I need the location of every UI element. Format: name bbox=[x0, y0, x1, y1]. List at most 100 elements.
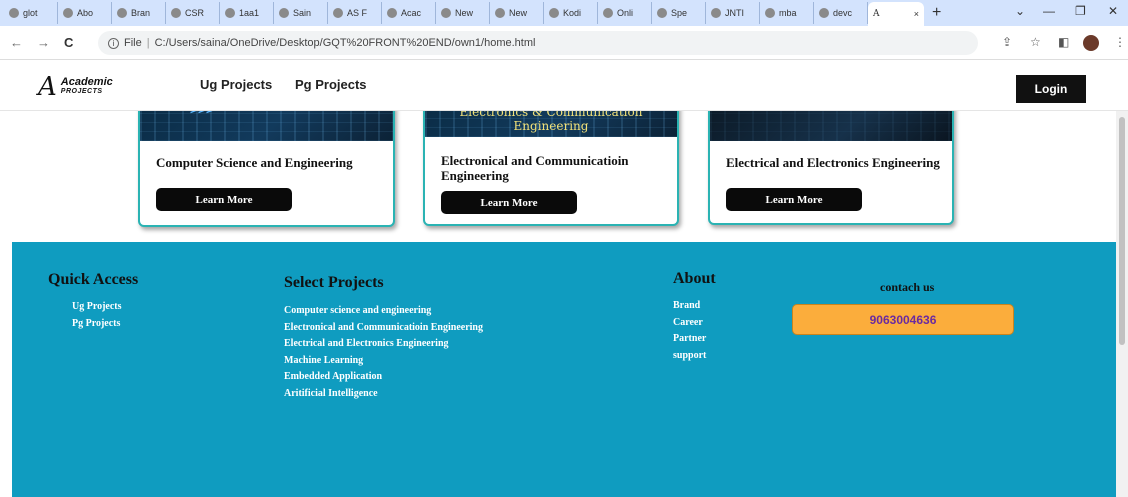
close-window-button[interactable]: ✕ bbox=[1108, 4, 1118, 18]
card-image-eee bbox=[710, 111, 952, 141]
card-title: Computer Science and Engineering bbox=[156, 155, 353, 170]
card-title: Electronical and Communicatioin Engineer… bbox=[441, 153, 629, 183]
minimize-button[interactable]: — bbox=[1043, 4, 1055, 18]
footer-link[interactable]: Brand bbox=[673, 300, 706, 317]
web-icon bbox=[603, 8, 613, 18]
about-list: Brand Career Partner support bbox=[673, 300, 706, 366]
browser-tab[interactable]: 1aa1 bbox=[220, 2, 274, 24]
close-icon[interactable]: × bbox=[914, 9, 919, 19]
site-logo[interactable]: A Academic PROJECTS bbox=[38, 74, 113, 100]
logo-line2: PROJECTS bbox=[60, 88, 103, 95]
browser-tab-label: devc bbox=[833, 8, 853, 18]
nav-pg-projects[interactable]: Pg Projects bbox=[295, 77, 367, 92]
browser-tab-strip: glot Abo Bran CSR 1aa1 Sain AS F Acac New New Kodi… bbox=[0, 0, 1128, 26]
browser-tab[interactable]: Sain bbox=[274, 2, 328, 24]
quick-access-heading: Quick Access bbox=[48, 271, 139, 288]
learn-more-button[interactable]: Learn More bbox=[726, 188, 862, 211]
browser-tab-label: Abo bbox=[77, 8, 94, 18]
footer-link[interactable]: Electrical and Electronics Engineering bbox=[284, 338, 483, 355]
bookmark-star-icon[interactable]: ☆ bbox=[1030, 35, 1041, 49]
profile-avatar[interactable] bbox=[1083, 35, 1099, 51]
browser-tab[interactable]: New bbox=[436, 2, 490, 24]
browser-tab[interactable]: CSR bbox=[166, 2, 220, 24]
footer-link[interactable]: Aritificial Intelligence bbox=[284, 388, 483, 405]
share-icon[interactable]: ⇪ bbox=[1002, 35, 1012, 49]
site-header: A Academic PROJECTS Ug Projects Pg Proje… bbox=[0, 61, 1128, 111]
browser-tab[interactable]: Spe bbox=[652, 2, 706, 24]
card-image-text: >>> bbox=[190, 111, 214, 117]
nav-ug-projects[interactable]: Ug Projects bbox=[200, 77, 272, 92]
address-bar[interactable]: i File | C:/Users/saina/OneDrive/Desktop… bbox=[98, 31, 978, 55]
restore-button[interactable]: ❐ bbox=[1075, 4, 1086, 18]
learn-more-button[interactable]: Learn More bbox=[156, 188, 292, 211]
browser-tab-label: JNTI bbox=[725, 8, 744, 18]
web-icon bbox=[657, 8, 667, 18]
browser-tab-label: mba bbox=[779, 8, 797, 18]
back-button[interactable]: ← bbox=[10, 35, 23, 50]
footer-link[interactable]: Electronical and Communicatioin Engineer… bbox=[284, 322, 483, 339]
footer-link[interactable]: Partner bbox=[673, 333, 706, 350]
info-icon[interactable]: i bbox=[108, 37, 119, 49]
footer-link[interactable]: support bbox=[673, 350, 706, 367]
browser-tab-label: Bran bbox=[131, 8, 151, 18]
browser-tab-label: Sain bbox=[293, 8, 312, 18]
browser-tab-label: Onli bbox=[617, 8, 634, 18]
tab-list: glot Abo Bran CSR 1aa1 Sain AS F Acac New New Kodi… bbox=[0, 2, 868, 24]
web-icon bbox=[387, 8, 397, 18]
scheme-label: File bbox=[124, 37, 142, 49]
google-icon bbox=[63, 8, 73, 18]
forward-button[interactable]: → bbox=[37, 35, 50, 50]
course-cards: >>> Computer Science and Engineering Lea… bbox=[12, 111, 1116, 242]
browser-tab[interactable]: AS F bbox=[328, 2, 382, 24]
scrollbar-thumb[interactable] bbox=[1119, 117, 1125, 345]
web-icon bbox=[495, 8, 505, 18]
footer-link[interactable]: Embedded Application bbox=[284, 371, 483, 388]
browser-tab[interactable]: Onli bbox=[598, 2, 652, 24]
web-icon bbox=[549, 8, 559, 18]
web-icon bbox=[279, 8, 289, 18]
quick-access-list: Ug Projects Pg Projects bbox=[72, 301, 122, 334]
browser-tab-label: CSR bbox=[185, 8, 205, 18]
browser-tab-label: Spe bbox=[671, 8, 688, 18]
footer-link[interactable]: Career bbox=[673, 317, 706, 334]
menu-kebab-icon[interactable]: ⋮ bbox=[1114, 35, 1126, 49]
browser-tab[interactable]: devc bbox=[814, 2, 868, 24]
logo-line1: Academic bbox=[60, 76, 113, 88]
browser-tab[interactable]: glot bbox=[4, 2, 58, 24]
new-tab-button[interactable]: + bbox=[932, 4, 941, 22]
browser-tab[interactable]: New bbox=[490, 2, 544, 24]
learn-more-button[interactable]: Learn More bbox=[441, 191, 577, 214]
url-text[interactable]: C:/Users/saina/OneDrive/Desktop/GQT%20FR… bbox=[155, 37, 536, 49]
footer-link[interactable]: Ug Projects bbox=[72, 301, 122, 318]
browser-tab[interactable]: mba bbox=[760, 2, 814, 24]
browser-tab[interactable]: Abo bbox=[58, 2, 112, 24]
browser-tab-label: 1aa1 bbox=[239, 8, 260, 18]
reload-button[interactable]: C bbox=[64, 35, 73, 50]
google-icon bbox=[9, 8, 19, 18]
card-image-text: Electronics & Communication Engineering bbox=[459, 111, 643, 133]
tab-search-icon[interactable]: ⌄ bbox=[1015, 4, 1025, 18]
contact-phone-button[interactable]: 9063004636 bbox=[792, 304, 1014, 335]
google-icon bbox=[765, 8, 775, 18]
card-image-cse: >>> bbox=[140, 111, 393, 141]
card-eee: Electrical and Electronics Engineering L… bbox=[708, 111, 954, 225]
side-panel-icon[interactable]: ◧ bbox=[1058, 35, 1069, 49]
browser-tab[interactable]: Bran bbox=[112, 2, 166, 24]
footer-link[interactable]: Computer science and engineering bbox=[284, 305, 483, 322]
active-tab[interactable]: A × bbox=[868, 2, 924, 26]
browser-tab-label: AS F bbox=[347, 8, 368, 18]
card-image-ece: Electronics & Communication Engineering bbox=[425, 111, 677, 137]
active-tab-label: A bbox=[873, 9, 880, 19]
browser-tab[interactable]: JNTI bbox=[706, 2, 760, 24]
google-icon bbox=[819, 8, 829, 18]
site-footer: Quick Access Ug Projects Pg Projects Sel… bbox=[12, 242, 1116, 497]
browser-tab[interactable]: Acac bbox=[382, 2, 436, 24]
page-scrollbar[interactable] bbox=[1116, 111, 1128, 497]
browser-tab-label: glot bbox=[23, 8, 38, 18]
footer-link[interactable]: Machine Learning bbox=[284, 355, 483, 372]
login-button[interactable]: Login bbox=[1016, 75, 1086, 103]
web-icon bbox=[711, 8, 721, 18]
browser-tab[interactable]: Kodi bbox=[544, 2, 598, 24]
card-title: Electrical and Electronics Engineering bbox=[726, 155, 940, 170]
footer-link[interactable]: Pg Projects bbox=[72, 318, 122, 335]
